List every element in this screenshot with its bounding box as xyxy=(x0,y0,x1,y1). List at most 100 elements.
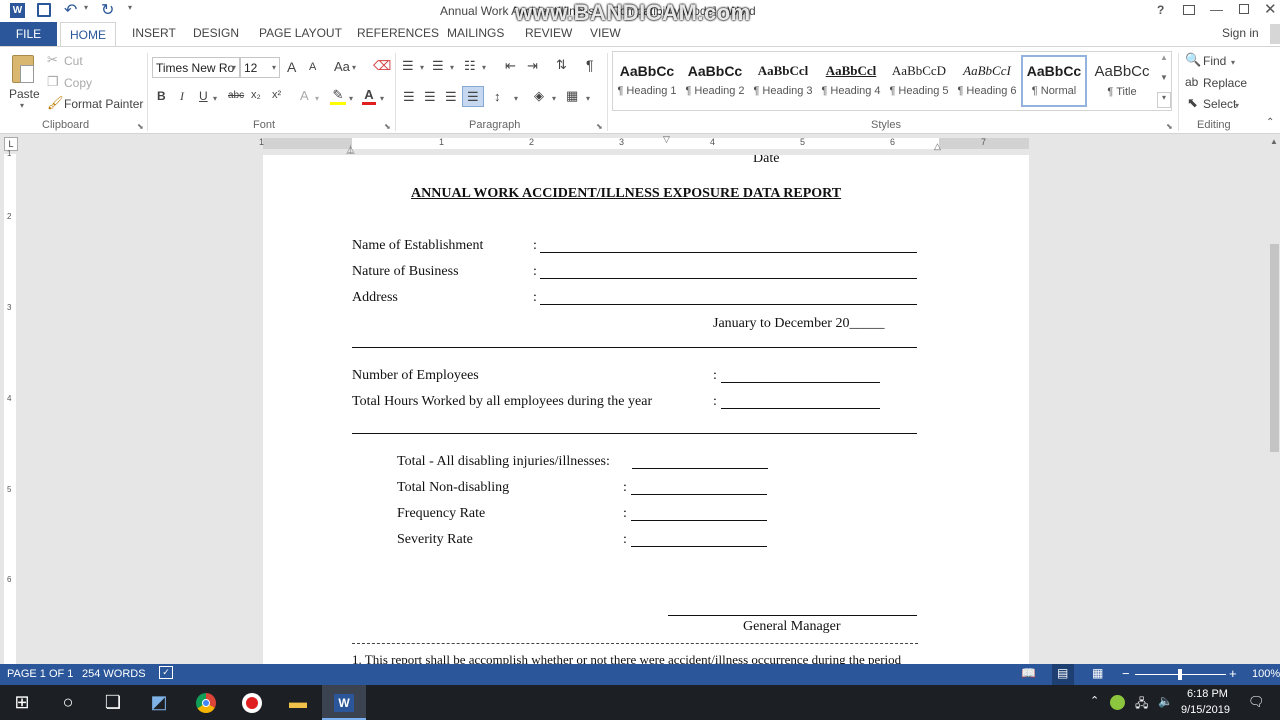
field-line-hours[interactable] xyxy=(721,408,880,409)
tab-insert[interactable]: INSERT xyxy=(132,26,176,40)
print-layout-icon[interactable]: ▤ xyxy=(1052,664,1074,685)
field-line-address[interactable] xyxy=(540,304,917,305)
total-line-disabling[interactable] xyxy=(632,468,768,469)
bullets-dropdown-icon[interactable]: ▾ xyxy=(420,61,424,75)
paste-button[interactable]: Paste ▾ xyxy=(8,53,40,110)
zoom-in-button[interactable]: + xyxy=(1229,666,1237,681)
align-center-icon[interactable]: ☰ xyxy=(424,90,436,104)
increase-indent-icon[interactable]: ⇥ xyxy=(527,59,538,73)
undo-dropdown-icon[interactable]: ▾ xyxy=(84,3,88,12)
volume-icon[interactable]: 🔈 xyxy=(1158,694,1173,708)
highlight-dropdown-icon[interactable]: ▾ xyxy=(349,92,353,106)
task-view-icon[interactable]: ❏ xyxy=(91,685,135,720)
tab-review[interactable]: REVIEW xyxy=(525,26,572,40)
show-formatting-icon[interactable]: ¶ xyxy=(586,58,594,72)
font-size-select[interactable]: 12 ▾ xyxy=(240,57,280,78)
close-button[interactable]: ✕ xyxy=(1264,0,1277,18)
font-name-select[interactable]: Times New Ro ▾ xyxy=(152,57,240,78)
tray-app-icon[interactable] xyxy=(1110,695,1125,710)
clock-date[interactable]: 9/15/2019 xyxy=(1181,704,1230,716)
italic-button[interactable]: I xyxy=(180,89,184,104)
align-right-icon[interactable]: ☰ xyxy=(445,90,457,104)
sign-in-link[interactable]: Sign in xyxy=(1222,26,1259,40)
select-button[interactable]: Select xyxy=(1203,97,1236,111)
format-painter-button[interactable]: Format Painter xyxy=(64,97,143,111)
bandicam-record-icon[interactable] xyxy=(230,685,274,720)
multilevel-dropdown-icon[interactable]: ▾ xyxy=(482,61,486,75)
cut-button[interactable]: Cut xyxy=(64,54,83,68)
font-launcher-icon[interactable]: ⬊ xyxy=(384,122,391,131)
collapse-ribbon-icon[interactable]: ⌃ xyxy=(1266,117,1274,128)
tab-references[interactable]: REFERENCES xyxy=(357,26,439,40)
chrome-icon[interactable] xyxy=(184,685,228,720)
qat-customize-icon[interactable]: ▾ xyxy=(128,3,132,12)
clear-formatting-icon[interactable]: ⌫ xyxy=(373,59,391,73)
shading-icon[interactable]: ◈ xyxy=(534,89,544,103)
scroll-up-top-icon[interactable] xyxy=(1270,24,1280,44)
highlight-color-icon[interactable]: ✎ xyxy=(330,88,346,105)
signature-line[interactable] xyxy=(668,615,917,616)
save-icon[interactable] xyxy=(37,3,51,17)
style-normal[interactable]: AaBbCc ¶ Normal xyxy=(1021,55,1087,107)
grow-font-button[interactable]: A xyxy=(287,59,296,75)
first-line-indent-marker-icon[interactable]: ▽ xyxy=(663,134,670,145)
document-page[interactable]: Date ANNUAL WORK ACCIDENT/ILLNESS EXPOSU… xyxy=(263,155,1029,664)
strikethrough-button[interactable]: abc xyxy=(228,90,244,101)
justify-button[interactable]: ☰ xyxy=(462,86,484,107)
numbering-dropdown-icon[interactable]: ▾ xyxy=(450,61,454,75)
style-heading-4[interactable]: AaBbCcl ¶ Heading 4 xyxy=(818,55,884,107)
superscript-button[interactable]: x² xyxy=(272,89,281,101)
read-mode-icon[interactable]: 📖 xyxy=(1021,666,1036,680)
total-line-non-disabling[interactable] xyxy=(631,494,767,495)
field-line-establishment[interactable] xyxy=(540,252,917,253)
total-line-frequency[interactable] xyxy=(631,520,767,521)
vertical-ruler[interactable]: 1 2 3 4 5 6 xyxy=(0,149,20,664)
tab-home[interactable]: HOME xyxy=(60,22,116,47)
sort-icon[interactable]: ⇅ xyxy=(556,58,567,72)
text-effects-dropdown-icon[interactable]: ▾ xyxy=(315,92,319,106)
style-heading-1[interactable]: AaBbCc ¶ Heading 1 xyxy=(614,55,680,107)
shrink-font-button[interactable]: A xyxy=(309,61,316,73)
style-heading-6[interactable]: AaBbCcI ¶ Heading 6 xyxy=(954,55,1020,107)
vertical-scrollbar[interactable]: ▲ xyxy=(1269,134,1280,664)
zoom-slider-thumb[interactable] xyxy=(1178,669,1182,680)
shading-dropdown-icon[interactable]: ▾ xyxy=(552,92,556,106)
word-taskbar-icon[interactable]: W xyxy=(322,685,366,720)
word-count[interactable]: 254 WORDS xyxy=(82,668,146,680)
line-spacing-dropdown-icon[interactable]: ▾ xyxy=(514,92,518,106)
word-app-icon[interactable]: W xyxy=(10,3,25,18)
underline-dropdown-icon[interactable]: ▾ xyxy=(213,92,217,106)
cortana-search-icon[interactable]: ○ xyxy=(46,685,90,720)
bold-button[interactable]: B xyxy=(157,89,166,103)
underline-button[interactable]: U xyxy=(199,89,208,103)
select-dropdown-icon[interactable]: ▾ xyxy=(1235,99,1239,113)
tray-chevron-icon[interactable]: ⌃ xyxy=(1090,694,1099,707)
clock-time[interactable]: 6:18 PM xyxy=(1187,688,1228,700)
style-title[interactable]: AaBbCc ¶ Title xyxy=(1089,55,1155,107)
scroll-thumb[interactable] xyxy=(1270,244,1279,452)
line-spacing-icon[interactable]: ↕ xyxy=(494,90,501,104)
styles-scroll-down-icon[interactable]: ▼ xyxy=(1157,73,1171,91)
field-line-business[interactable] xyxy=(540,278,917,279)
change-case-dropdown-icon[interactable]: ▾ xyxy=(352,61,356,75)
file-explorer-pinned-icon[interactable]: ◩ xyxy=(137,685,181,720)
borders-dropdown-icon[interactable]: ▾ xyxy=(586,92,590,106)
find-button[interactable]: Find xyxy=(1203,54,1226,68)
action-center-icon[interactable]: 🗨 xyxy=(1248,694,1265,710)
zoom-level[interactable]: 100% xyxy=(1252,668,1280,680)
copy-button[interactable]: Copy xyxy=(64,76,92,90)
file-explorer-icon[interactable]: ▬ xyxy=(276,685,320,720)
multilevel-list-icon[interactable]: ☷ xyxy=(464,59,476,73)
windows-start-icon[interactable]: ⊞ xyxy=(0,685,44,720)
borders-icon[interactable]: ▦ xyxy=(566,89,578,103)
right-indent-marker-icon[interactable]: △ xyxy=(934,141,941,152)
page-count[interactable]: PAGE 1 OF 1 xyxy=(7,668,73,680)
redo-icon[interactable]: ↻ xyxy=(101,0,114,20)
minimize-button[interactable]: — xyxy=(1210,2,1223,17)
tab-view[interactable]: VIEW xyxy=(590,26,621,40)
network-icon[interactable]: 🖧 xyxy=(1135,694,1148,715)
bullets-icon[interactable]: ☰ xyxy=(402,59,414,73)
style-heading-5[interactable]: AaBbCcD ¶ Heading 5 xyxy=(886,55,952,107)
style-heading-3[interactable]: AaBbCcl ¶ Heading 3 xyxy=(750,55,816,107)
tab-file[interactable]: FILE xyxy=(0,22,57,46)
